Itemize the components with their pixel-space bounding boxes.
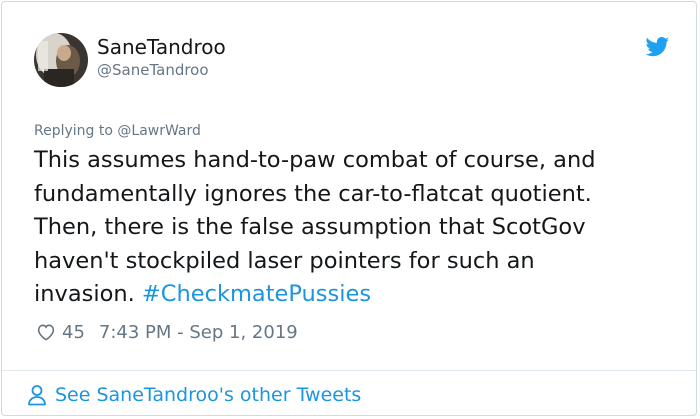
tweet-meta: 45 7:43 PM - Sep 1, 2019 bbox=[36, 321, 298, 343]
person-icon bbox=[28, 385, 46, 406]
like-count[interactable]: 45 bbox=[62, 322, 85, 343]
avatar-image bbox=[34, 33, 88, 87]
reply-target-handle[interactable]: @LawrWard bbox=[117, 123, 201, 139]
user-handle[interactable]: @SaneTandroo bbox=[97, 61, 209, 79]
see-other-tweets-label: See SaneTandroo's other Tweets bbox=[55, 384, 362, 406]
twitter-bird-icon[interactable] bbox=[645, 37, 670, 57]
hashtag-link[interactable]: #CheckmatePussies bbox=[142, 281, 371, 307]
replying-to-prefix: Replying to bbox=[34, 123, 118, 139]
display-name[interactable]: SaneTandroo bbox=[97, 35, 226, 59]
tweet-card: SaneTandroo @SaneTandroo Replying to @La… bbox=[1, 1, 697, 416]
avatar[interactable] bbox=[34, 33, 88, 87]
tweet-text: This assumes hand-to-paw combat of cours… bbox=[34, 144, 674, 312]
see-other-tweets-link[interactable]: See SaneTandroo's other Tweets bbox=[27, 384, 361, 406]
replying-to: Replying to @LawrWard bbox=[34, 122, 201, 140]
heart-icon[interactable] bbox=[36, 322, 56, 342]
tweet-timestamp[interactable]: 7:43 PM - Sep 1, 2019 bbox=[99, 322, 298, 343]
footer-divider bbox=[2, 370, 696, 371]
